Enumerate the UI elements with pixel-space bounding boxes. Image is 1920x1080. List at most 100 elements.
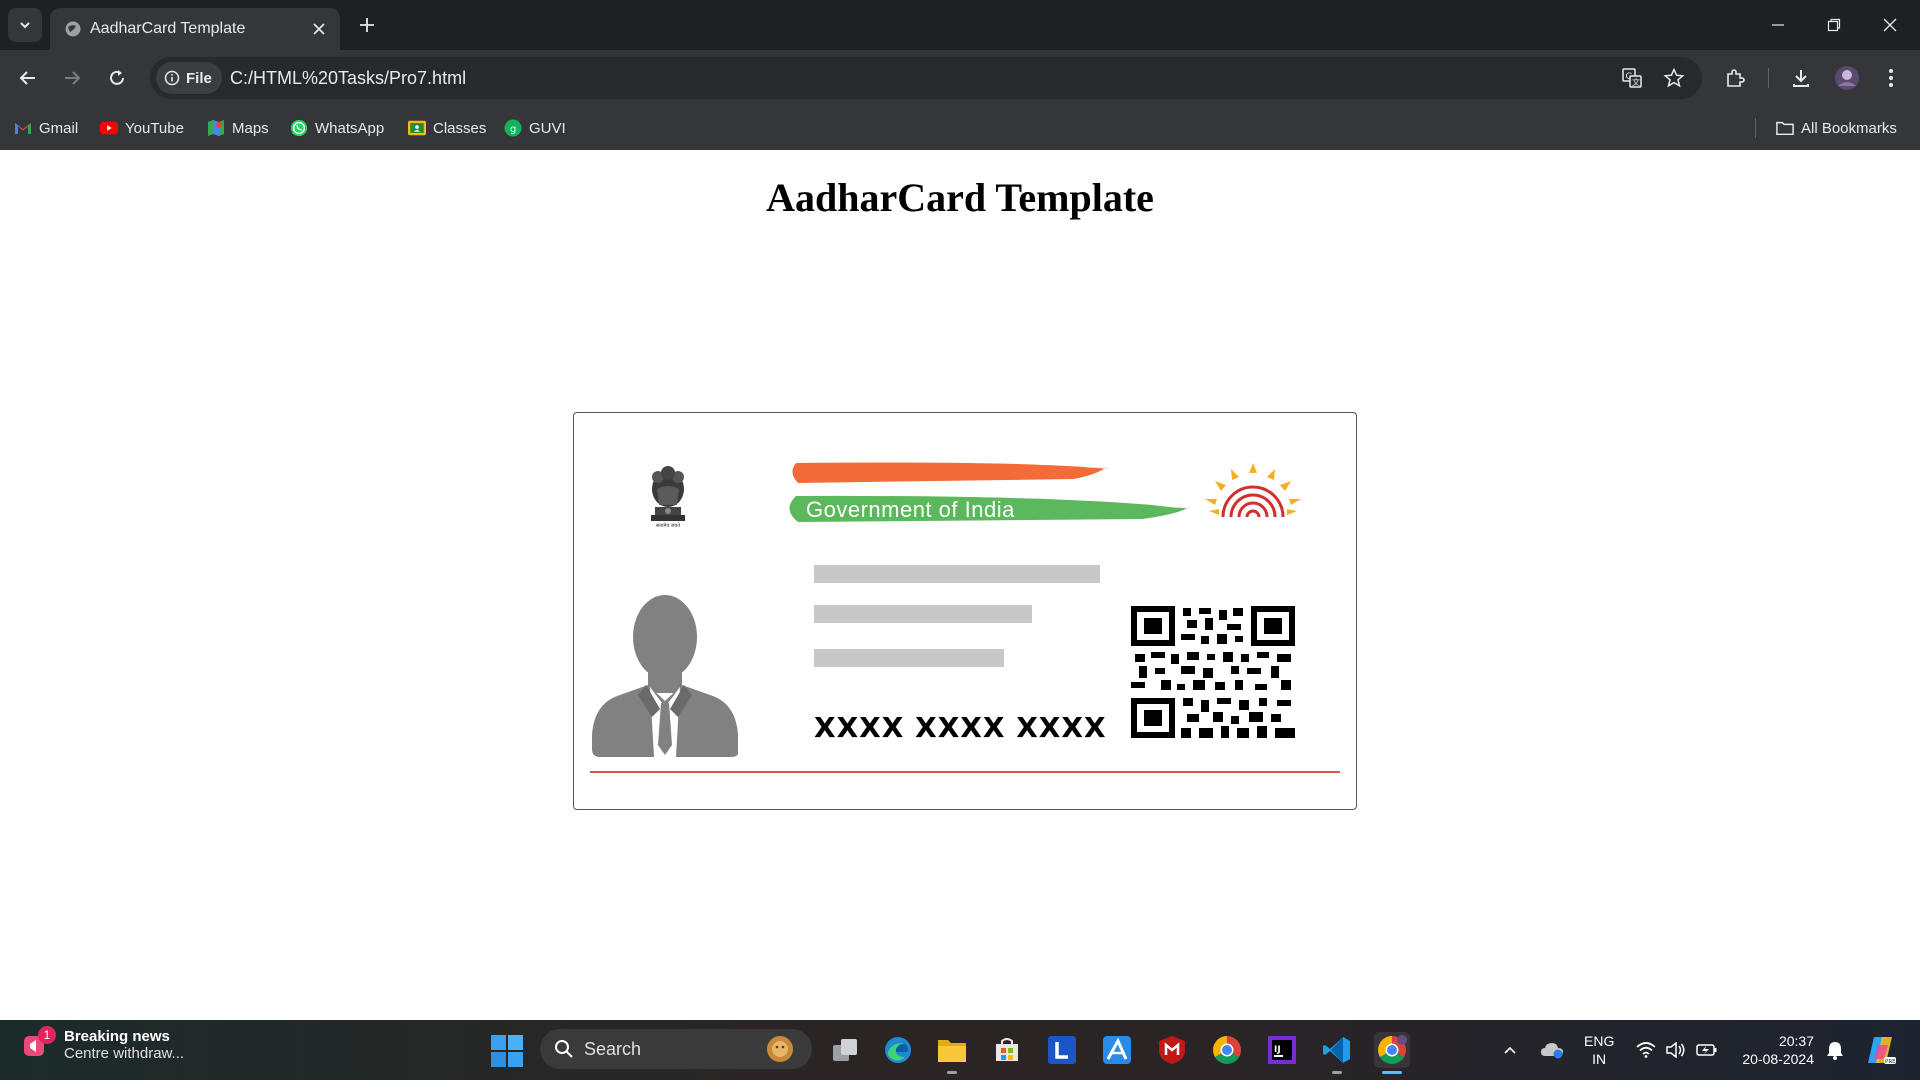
mcafee-button[interactable] [1154,1032,1190,1068]
all-bookmarks-button[interactable]: All Bookmarks [1776,114,1897,142]
tab-strip: AadharCard Template [0,0,1920,50]
bookmark-youtube[interactable]: YouTube [100,114,184,142]
bookmark-maps[interactable]: Maps [207,114,269,142]
chevron-up-icon [1504,1046,1516,1054]
svg-text:PRE: PRE [1885,1059,1896,1065]
mcafee-icon [1159,1036,1185,1064]
news-icon: 1 [22,1026,56,1060]
qr-code-icon [1131,606,1295,738]
close-window-button[interactable] [1870,8,1910,42]
browser-tab[interactable]: AadharCard Template [50,8,340,50]
more-vertical-icon [1889,69,1893,87]
bookmark-star-button[interactable] [1662,66,1686,90]
news-title: Breaking news [64,1028,170,1045]
downloads-button[interactable] [1785,62,1817,94]
classroom-icon [408,120,426,136]
translate-button[interactable]: G文 [1620,66,1644,90]
taskbar-search[interactable]: Search [540,1029,812,1069]
task-view-button[interactable] [827,1032,863,1068]
tab-close-button[interactable] [308,18,330,40]
wifi-button[interactable] [1636,1020,1656,1080]
bookmark-label: WhatsApp [315,119,385,137]
aadhaar-card: सत्यमेव जयते Government of India XXXX XX… [573,412,1357,810]
reload-icon [110,70,124,85]
news-widget[interactable]: 1 Breaking news Centre withdraw... [22,1026,184,1062]
national-emblem-icon [651,466,685,521]
aadhaar-number: XXXX XXXX XXXX [814,711,1107,744]
photo-placeholder-icon [592,595,738,757]
bookmark-guvi[interactable]: g GUVI [504,114,566,142]
arrow-left-icon [19,71,35,85]
all-bookmarks-label: All Bookmarks [1801,119,1897,137]
info-icon [164,70,180,86]
copilot-button[interactable]: PRE [1864,1020,1896,1080]
reload-button[interactable] [101,62,133,94]
battery-charging-icon [1696,1044,1717,1056]
forward-button[interactable] [56,62,88,94]
star-icon [1663,67,1685,88]
emblem-caption: सत्यमेव जयते [655,523,681,529]
new-tab-button[interactable] [352,10,382,40]
chrome-button[interactable] [1209,1032,1245,1068]
volume-icon [1666,1042,1685,1058]
folder-icon [1776,121,1794,136]
page-content: AadharCard Template सत्यमेव जयते Governm… [0,150,1920,1020]
chrome-active-button[interactable] [1374,1032,1410,1074]
name-placeholder-bar [814,565,1100,583]
gmail-icon [15,123,31,134]
pen-app-button[interactable] [1099,1032,1135,1068]
clock-date: 20-08-2024 [1742,1051,1814,1067]
onedrive-button[interactable] [1540,1020,1564,1080]
guvi-icon: g [504,119,522,137]
language-indicator[interactable]: ENG IN [1584,1032,1614,1068]
whatsapp-icon [290,119,308,137]
windows-start-icon[interactable] [490,1034,524,1068]
site-info-button[interactable]: File [156,62,222,94]
extensions-button[interactable] [1719,62,1751,94]
clock-time: 20:37 [1778,1033,1814,1049]
bookmark-gmail[interactable]: Gmail [14,114,78,142]
app-active-indicator [1382,1071,1402,1074]
back-button[interactable] [12,62,44,94]
bookmark-label: Maps [232,119,269,137]
l-app-button[interactable] [1044,1032,1080,1068]
bookmark-classes[interactable]: Classes [408,114,486,142]
address-bar[interactable]: File C:/HTML%20Tasks/Pro7.html G文 [150,57,1702,99]
close-icon [313,23,325,35]
plus-icon [360,18,374,32]
taskbar: 1 Breaking news Centre withdraw... Searc… [0,1020,1920,1080]
maps-icon [208,120,224,136]
edge-button[interactable] [880,1032,916,1068]
file-explorer-button[interactable] [934,1032,970,1074]
minimize-button[interactable] [1758,8,1798,42]
clock[interactable]: 20:37 20-08-2024 [1734,1032,1814,1068]
vscode-button[interactable] [1319,1032,1355,1074]
download-icon [1793,70,1809,87]
government-of-india-label: Government of India [806,497,1015,522]
microsoft-store-button[interactable] [989,1032,1025,1068]
menu-button[interactable] [1875,62,1907,94]
bookmark-whatsapp[interactable]: WhatsApp [290,114,384,142]
tab-search-button[interactable] [8,8,42,42]
battery-button[interactable] [1696,1020,1718,1080]
pen-app-icon [1103,1036,1131,1064]
card-footer-rule [590,771,1340,773]
notifications-button[interactable] [1826,1020,1844,1080]
search-icon [555,1040,573,1058]
minimize-icon [1772,24,1784,26]
folder-icon [938,1040,966,1062]
restore-button[interactable] [1814,8,1854,42]
url-text[interactable]: C:/HTML%20Tasks/Pro7.html [230,68,466,89]
translate-icon: G文 [1622,68,1642,88]
volume-button[interactable] [1666,1020,1686,1080]
globe-icon [65,21,81,37]
intellij-button[interactable]: IJ [1264,1032,1300,1068]
edge-icon [885,1037,911,1063]
show-hidden-icons-button[interactable] [1502,1020,1518,1080]
intellij-icon: IJ [1268,1036,1296,1064]
vscode-icon [1323,1037,1350,1063]
bookmark-label: GUVI [529,119,566,137]
profile-button[interactable] [1831,62,1863,94]
lion-emblem-icon [767,1036,793,1062]
copilot-icon: PRE [1868,1037,1896,1065]
